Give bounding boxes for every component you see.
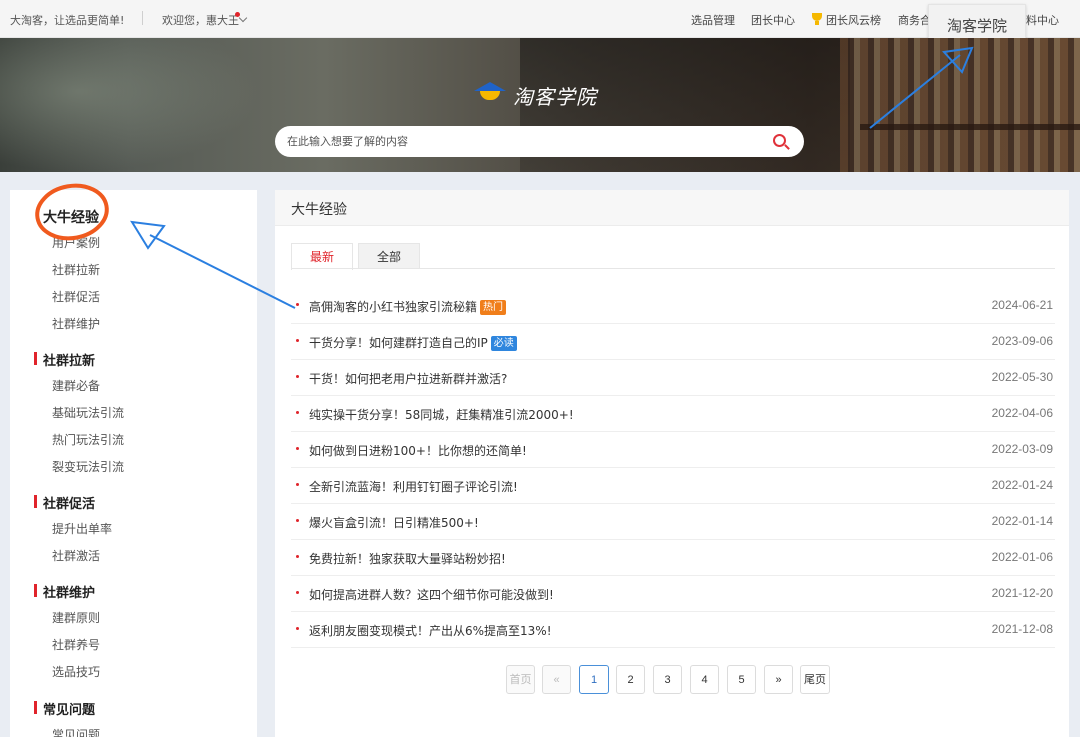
article-row[interactable]: 全新引流蓝海！利用钉钉圈子评论引流! 2022-01-24 bbox=[291, 468, 1055, 504]
article-date: 2022-01-14 bbox=[991, 514, 1053, 528]
sidebar-category-faq[interactable]: 常见问题 bbox=[33, 699, 95, 718]
panel-header: 大牛经验 bbox=[275, 190, 1069, 226]
article-date: 2021-12-08 bbox=[991, 622, 1053, 636]
article-title[interactable]: 干货分享！如何建群打造自己的IP 必读 bbox=[309, 334, 517, 351]
article-title[interactable]: 如何做到日进粉100+！比你想的还简单! bbox=[309, 442, 527, 459]
sidebar-item[interactable]: 社群拉新 bbox=[52, 261, 100, 278]
nav-product-management[interactable]: 选品管理 bbox=[691, 12, 735, 28]
sidebar-item[interactable]: 选品技巧 bbox=[52, 663, 100, 680]
bullet bbox=[296, 375, 299, 378]
page-number[interactable]: 5 bbox=[727, 665, 756, 694]
banner-plant bbox=[0, 38, 260, 172]
nav-leader-ranking[interactable]: 团长风云榜 bbox=[826, 12, 881, 28]
page-first[interactable]: 首页 bbox=[506, 665, 535, 694]
academy-logo-text: 淘客学院 bbox=[513, 85, 597, 109]
tab-all[interactable]: 全部 bbox=[358, 243, 420, 269]
nav-materials[interactable]: 料中心 bbox=[1026, 12, 1059, 28]
top-bar: 大淘客，让选品更简单! 欢迎您，惠大王 选品管理 团长中心 团长风云榜 商务合 … bbox=[0, 0, 1080, 38]
article-title-text[interactable]: 高佣淘客的小红书独家引流秘籍 bbox=[309, 300, 477, 314]
banner-shelf bbox=[860, 124, 1080, 130]
article-date: 2022-05-30 bbox=[991, 370, 1053, 384]
article-title[interactable]: 如何提高进群人数？这四个细节你可能没做到! bbox=[309, 586, 554, 603]
main-panel: 大牛经验 最新 全部 高佣淘客的小红书独家引流秘籍 热门 2024-06-21 干… bbox=[275, 190, 1069, 737]
sidebar-item[interactable]: 社群激活 bbox=[52, 547, 100, 564]
bullet bbox=[296, 447, 299, 450]
bullet bbox=[296, 519, 299, 522]
article-title-text[interactable]: 干货分享！如何建群打造自己的IP bbox=[309, 336, 488, 350]
article-row[interactable]: 纯实操干货分享！58同城，赶集精准引流2000+! 2022-04-06 bbox=[291, 396, 1055, 432]
sidebar-category-activation[interactable]: 社群促活 bbox=[33, 493, 95, 512]
sidebar-item[interactable]: 建群原则 bbox=[52, 609, 100, 626]
bullet bbox=[296, 303, 299, 306]
sidebar-item[interactable]: 社群促活 bbox=[52, 288, 100, 305]
page-number[interactable]: 4 bbox=[690, 665, 719, 694]
nav-business[interactable]: 商务合 bbox=[898, 12, 931, 28]
article-title[interactable]: 返利朋友圈变现模式！产出从6%提高至13%! bbox=[309, 622, 552, 639]
bullet bbox=[296, 591, 299, 594]
page-prev[interactable]: « bbox=[542, 665, 571, 694]
article-title[interactable]: 干货！如何把老用户拉进新群并激活? bbox=[309, 370, 507, 387]
search-input[interactable] bbox=[287, 126, 757, 157]
article-row[interactable]: 如何做到日进粉100+！比你想的还简单! 2022-03-09 bbox=[291, 432, 1055, 468]
page-number[interactable]: 1 bbox=[579, 665, 609, 694]
bullet bbox=[296, 339, 299, 342]
sidebar-category-maintenance[interactable]: 社群维护 bbox=[33, 582, 95, 601]
article-date: 2022-04-06 bbox=[991, 406, 1053, 420]
sidebar-item[interactable]: 社群维护 bbox=[52, 315, 100, 332]
banner-bookshelf bbox=[840, 38, 1080, 172]
search-box bbox=[275, 126, 804, 157]
trophy-icon bbox=[812, 13, 822, 25]
sidebar-item[interactable]: 基础玩法引流 bbox=[52, 404, 124, 421]
sidebar-item[interactable]: 热门玩法引流 bbox=[52, 431, 124, 448]
article-date: 2022-01-06 bbox=[991, 550, 1053, 564]
site-slogan: 大淘客，让选品更简单! bbox=[10, 14, 125, 27]
sidebar-item[interactable]: 社群养号 bbox=[52, 636, 100, 653]
article-title[interactable]: 纯实操干货分享！58同城，赶集精准引流2000+! bbox=[309, 406, 574, 423]
sidebar-item[interactable]: 提升出单率 bbox=[52, 520, 112, 537]
nav-leader-center[interactable]: 团长中心 bbox=[751, 12, 795, 28]
divider bbox=[142, 11, 143, 25]
tab-divider bbox=[291, 268, 1055, 269]
article-row[interactable]: 返利朋友圈变现模式！产出从6%提高至13%! 2021-12-08 bbox=[291, 612, 1055, 648]
sidebar-category-acquisition[interactable]: 社群拉新 bbox=[33, 350, 95, 369]
tab-latest[interactable]: 最新 bbox=[291, 243, 353, 270]
bullet bbox=[296, 555, 299, 558]
sidebar-item[interactable]: 常见问题 bbox=[52, 726, 100, 737]
article-row[interactable]: 干货分享！如何建群打造自己的IP 必读 2023-09-06 bbox=[291, 324, 1055, 360]
search-icon[interactable] bbox=[773, 134, 786, 147]
bullet bbox=[296, 483, 299, 486]
sidebar-item[interactable]: 用户案例 bbox=[52, 234, 100, 251]
article-title[interactable]: 免费拉新！独家获取大量驿站粉妙招! bbox=[309, 550, 506, 567]
article-row[interactable]: 免费拉新！独家获取大量驿站粉妙招! 2022-01-06 bbox=[291, 540, 1055, 576]
article-row[interactable]: 高佣淘客的小红书独家引流秘籍 热门 2024-06-21 bbox=[291, 288, 1055, 324]
welcome-user[interactable]: 欢迎您，惠大王 bbox=[162, 12, 239, 28]
article-row[interactable]: 爆火盲盒引流！日引精准500+! 2022-01-14 bbox=[291, 504, 1055, 540]
page-title: 大牛经验 bbox=[291, 202, 347, 218]
article-title[interactable]: 高佣淘客的小红书独家引流秘籍 热门 bbox=[309, 298, 507, 315]
article-date: 2022-03-09 bbox=[991, 442, 1053, 456]
page-last[interactable]: 尾页 bbox=[800, 665, 830, 694]
article-date: 2024-06-21 bbox=[991, 298, 1053, 312]
page-next[interactable]: » bbox=[764, 665, 793, 694]
hot-badge: 热门 bbox=[480, 300, 507, 315]
article-date: 2021-12-20 bbox=[991, 586, 1053, 600]
chevron-down-icon[interactable] bbox=[238, 13, 248, 23]
article-row[interactable]: 干货！如何把老用户拉进新群并激活? 2022-05-30 bbox=[291, 360, 1055, 396]
article-row[interactable]: 如何提高进群人数？这四个细节你可能没做到! 2021-12-20 bbox=[291, 576, 1055, 612]
article-title[interactable]: 全新引流蓝海！利用钉钉圈子评论引流! bbox=[309, 478, 518, 495]
bullet bbox=[296, 411, 299, 414]
page-number[interactable]: 3 bbox=[653, 665, 682, 694]
sidebar-category-experts[interactable]: 大牛经验 bbox=[43, 207, 99, 227]
article-date: 2023-09-06 bbox=[991, 334, 1053, 348]
sidebar: 大牛经验 用户案例 社群拉新 社群促活 社群维护 社群拉新 建群必备 基础玩法引… bbox=[10, 190, 257, 737]
article-date: 2022-01-24 bbox=[991, 478, 1053, 492]
must-read-badge: 必读 bbox=[490, 336, 517, 351]
page-number[interactable]: 2 bbox=[616, 665, 645, 694]
sidebar-item[interactable]: 建群必备 bbox=[52, 377, 100, 394]
sidebar-item[interactable]: 裂变玩法引流 bbox=[52, 458, 124, 475]
bullet bbox=[296, 627, 299, 630]
article-title[interactable]: 爆火盲盒引流！日引精准500+! bbox=[309, 514, 479, 531]
